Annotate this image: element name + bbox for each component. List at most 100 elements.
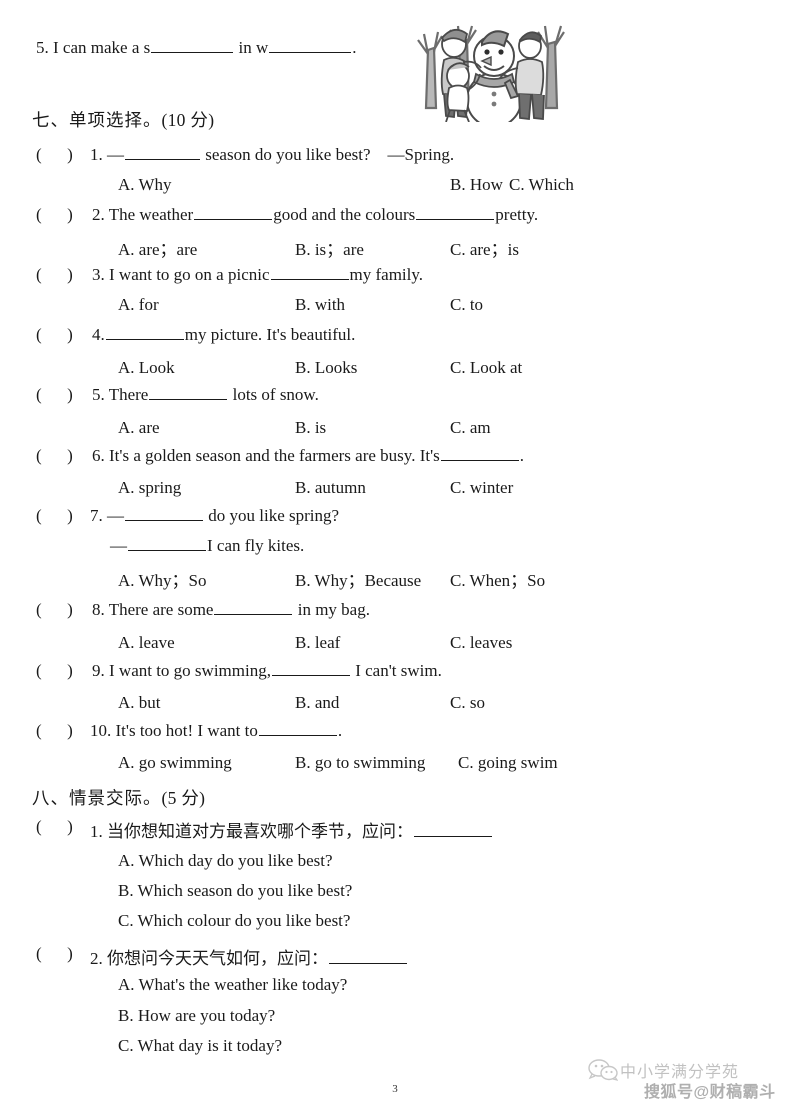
answer-bracket[interactable]: ( ) — [36, 145, 73, 165]
question-number: 3. — [92, 265, 105, 284]
answer-bracket[interactable]: ( ) — [36, 385, 73, 405]
option-a[interactable]: A. spring — [118, 478, 181, 498]
option-c[interactable]: C. leaves — [450, 633, 512, 653]
question-number: 2. — [92, 205, 105, 224]
option-b[interactable]: B. leaf — [295, 633, 340, 653]
answer-blank[interactable] — [269, 38, 352, 53]
answer-bracket[interactable]: ( ) — [36, 661, 73, 681]
answer-bracket[interactable]: ( ) — [36, 325, 73, 345]
question-3-text: 3. I want to go on a picnic my family. — [92, 265, 423, 285]
answer-bracket[interactable]: ( ) — [36, 205, 73, 225]
question-number: 7. — [90, 506, 103, 525]
question-8-text: 8. There are some in my bag. — [92, 600, 370, 620]
answer-blank[interactable] — [440, 446, 519, 461]
situational-1-option-c[interactable]: C. Which colour do you like best? — [118, 911, 350, 931]
option-c[interactable]: C. am — [450, 418, 491, 438]
question-number: 5. — [92, 385, 105, 404]
option-b[interactable]: B. with — [295, 295, 345, 315]
question-stem-before: The weather — [108, 205, 194, 224]
situational-2-option-c[interactable]: C. What day is it today? — [118, 1036, 282, 1056]
watermark: 中小学满分学苑 搜狐号@财稿霸斗 — [586, 1054, 776, 1110]
option-a[interactable]: A. Why；So — [118, 566, 206, 591]
situational-2-option-b[interactable]: B. How are you today? — [118, 1006, 275, 1026]
question-stem-after: my picture. It's beautiful. — [184, 325, 356, 344]
option-a[interactable]: A. for — [118, 295, 159, 315]
option-c[interactable]: C. Which — [509, 175, 574, 195]
option-c[interactable]: C. When；So — [450, 566, 545, 591]
answer-blank[interactable] — [149, 385, 228, 400]
watermark-line-2: 搜狐号@财稿霸斗 — [644, 1084, 776, 1101]
wechat-icon — [588, 1059, 618, 1081]
situational-question-2-text: 2. 你想问今天天气如何，应问： — [90, 944, 408, 969]
option-a[interactable]: A. Why — [118, 175, 172, 195]
answer-blank[interactable] — [128, 536, 206, 551]
option-b[interactable]: B. autumn — [295, 478, 366, 498]
question-9-text: 9. I want to go swimming, I can't swim. — [92, 661, 442, 681]
question-2-text: 2. The weather good and the colours pretty… — [92, 205, 538, 225]
section-seven-heading: 七、单项选择。(10 分) — [32, 107, 214, 132]
answer-bracket[interactable]: ( ) — [36, 446, 73, 466]
question-7-text: 7. — do you like spring? — [90, 506, 339, 526]
answer-bracket[interactable]: ( ) — [36, 506, 73, 526]
answer-bracket[interactable]: ( ) — [36, 721, 73, 741]
answer-blank[interactable] — [125, 145, 200, 160]
answer-blank[interactable] — [105, 325, 184, 340]
question-10-text: 10. It's too hot! I want to. — [90, 721, 342, 741]
answer-blank[interactable] — [151, 38, 234, 53]
question-number: 8. — [92, 600, 105, 619]
option-a[interactable]: A. but — [118, 693, 161, 713]
question-number: 6. — [92, 446, 105, 465]
situational-2-option-a[interactable]: A. What's the weather like today? — [118, 975, 347, 995]
answer-blank[interactable] — [270, 265, 349, 280]
answer-bracket[interactable]: ( ) — [36, 944, 73, 964]
answer-blank[interactable] — [125, 506, 203, 521]
option-a[interactable]: A. leave — [118, 633, 175, 653]
answer-bracket[interactable]: ( ) — [36, 817, 73, 837]
question-number: 9. — [92, 661, 105, 680]
question-5-text: 5. There lots of snow. — [92, 385, 319, 405]
answer-blank[interactable] — [258, 721, 337, 736]
option-c[interactable]: C. so — [450, 693, 485, 713]
question-stem-after: . — [337, 721, 343, 740]
section-eight-heading: 八、情景交际。(5 分) — [32, 785, 205, 810]
option-b[interactable]: B. Looks — [295, 358, 357, 378]
question-number: 4. — [92, 325, 105, 344]
option-b[interactable]: B. Why；Because — [295, 566, 421, 591]
option-b[interactable]: B. is — [295, 418, 326, 438]
question-7-line2: — I can fly kites. — [110, 536, 304, 556]
option-a[interactable]: A. are；are — [118, 235, 197, 260]
question-stem-before: — — [107, 145, 124, 164]
answer-blank[interactable] — [329, 949, 407, 964]
option-b[interactable]: B. is；are — [295, 235, 364, 260]
option-a[interactable]: A. are — [118, 418, 160, 438]
answer-bracket[interactable]: ( ) — [36, 600, 73, 620]
option-c[interactable]: C. going swim — [458, 753, 558, 773]
option-c[interactable]: C. Look at — [450, 358, 522, 378]
answer-blank[interactable] — [271, 661, 350, 676]
question-4-text: 4. my picture. It's beautiful. — [92, 325, 355, 345]
option-a[interactable]: A. Look — [118, 358, 175, 378]
question-stem-after: in my bag. — [297, 600, 370, 619]
option-c[interactable]: C. winter — [450, 478, 513, 498]
question-stem-before: — — [107, 506, 124, 525]
question-stem-after: . — [519, 446, 525, 465]
answer-blank[interactable] — [194, 205, 273, 220]
item-text-middle: in w — [238, 38, 269, 57]
question-stem-before: There are some — [108, 600, 214, 619]
answer-blank[interactable] — [214, 600, 293, 615]
option-b[interactable]: B. go to swimming — [295, 753, 425, 773]
option-b[interactable]: B. How — [450, 175, 503, 195]
item-text-before: I can make a s — [53, 38, 151, 57]
situational-1-option-b[interactable]: B. Which season do you like best? — [118, 881, 352, 901]
option-c[interactable]: C. are；is — [450, 235, 519, 260]
option-c[interactable]: C. to — [450, 295, 483, 315]
section-seven-score: (10 分) — [161, 110, 215, 130]
option-a[interactable]: A. go swimming — [118, 753, 232, 773]
answer-blank[interactable] — [416, 205, 495, 220]
answer-blank[interactable] — [414, 822, 492, 837]
option-b[interactable]: B. and — [295, 693, 339, 713]
answer-bracket[interactable]: ( ) — [36, 265, 73, 285]
situational-1-option-a[interactable]: A. Which day do you like best? — [118, 851, 333, 871]
worksheet-page: 5. I can make a s in w. 七、单项选择。(10 分) ( … — [0, 0, 790, 1118]
item-number: 5. — [36, 38, 49, 57]
